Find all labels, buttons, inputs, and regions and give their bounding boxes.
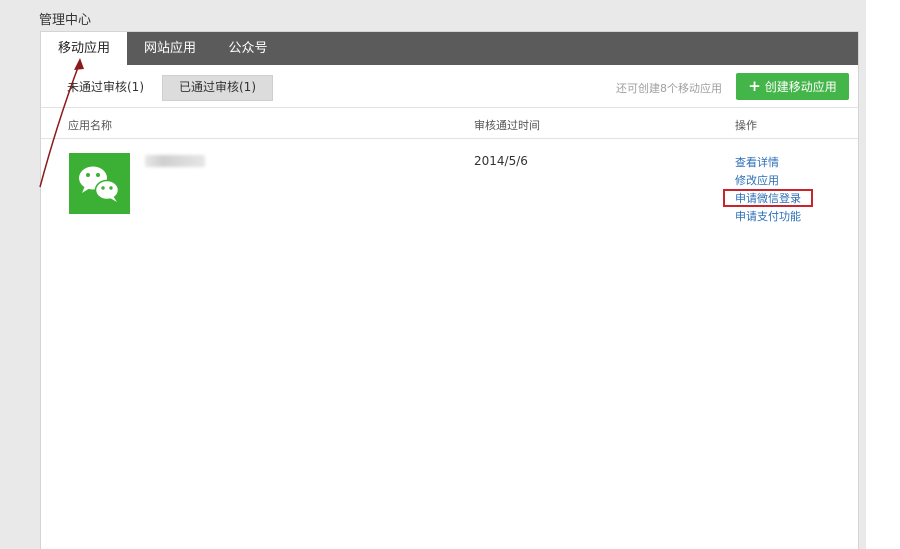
app-panel: 移动应用 网站应用 公众号 未通过审核(1) 已通过审核(1) 还可创建8个移动…: [40, 31, 859, 549]
subtab-approved[interactable]: 已通过审核(1): [162, 75, 273, 101]
edit-app-link[interactable]: 修改应用: [735, 174, 779, 188]
view-details-link[interactable]: 查看详情: [735, 156, 779, 170]
create-button-label: 创建移动应用: [764, 80, 837, 94]
tab-web-apps[interactable]: 网站应用: [127, 32, 213, 65]
tab-official-accounts[interactable]: 公众号: [213, 32, 283, 65]
divider: [41, 138, 858, 139]
highlight-box: [723, 189, 813, 207]
column-header-ops: 操作: [735, 119, 757, 132]
column-header-name: 应用名称: [68, 119, 112, 132]
divider: [41, 107, 858, 108]
approval-time: 2014/5/6: [474, 154, 528, 168]
quota-text: 还可创建8个移动应用: [616, 82, 722, 95]
app-name-blurred: [145, 155, 205, 167]
page-title: 管理中心: [39, 13, 92, 28]
wechat-icon: [69, 153, 130, 214]
column-header-time: 审核通过时间: [474, 119, 540, 132]
apply-payment-link[interactable]: 申请支付功能: [735, 210, 801, 224]
plus-icon: +: [748, 77, 761, 95]
tab-bar: 移动应用 网站应用 公众号: [41, 32, 858, 65]
tab-mobile-apps[interactable]: 移动应用: [41, 32, 127, 65]
create-mobile-app-button[interactable]: + 创建移动应用: [736, 73, 849, 100]
subtab-pending-review[interactable]: 未通过审核(1): [59, 75, 152, 99]
